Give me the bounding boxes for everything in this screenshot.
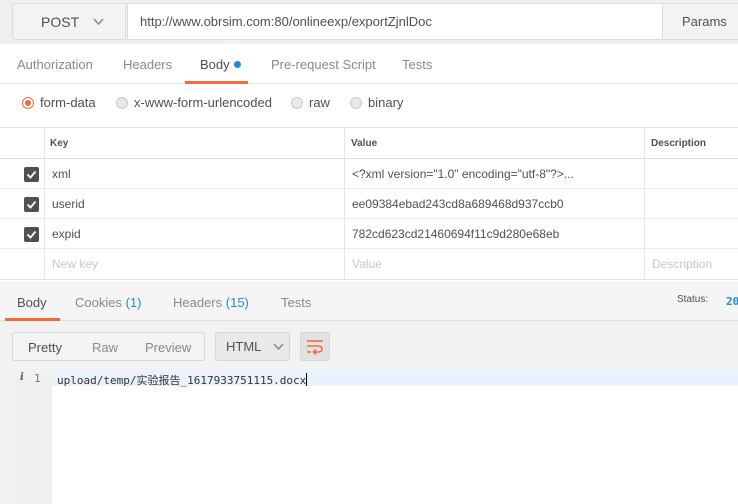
status-indicator: Status: 200 (677, 294, 738, 308)
response-tab-tests[interactable]: Tests (281, 295, 311, 310)
request-tabs: Authorization Headers Body Pre-request S… (0, 47, 738, 84)
method-dropdown[interactable]: POST (12, 3, 126, 40)
radio-form-data-label: form-data (40, 95, 96, 110)
radio-x-www-form-urlencoded[interactable]: x-www-form-urlencoded (116, 95, 272, 110)
row-value[interactable]: <?xml version="1.0" encoding="utf-8"?>..… (352, 159, 642, 188)
new-value-input[interactable]: Value (352, 249, 382, 279)
row-key[interactable]: userid (52, 189, 85, 218)
line-gutter (12, 371, 52, 504)
radio-binary[interactable]: binary (350, 95, 403, 110)
radio-form-data[interactable]: form-data (22, 95, 96, 110)
params-label: Params (682, 14, 727, 29)
radio-binary-label: binary (368, 95, 404, 110)
cookies-count: (1) (125, 295, 142, 310)
chevron-down-icon (273, 343, 284, 351)
radio-x-www-form-urlencoded-label: x-www-form-urlencoded (134, 95, 272, 110)
column-divider (644, 128, 645, 280)
new-key-input[interactable]: New key (52, 249, 98, 279)
params-button[interactable]: Params (662, 3, 738, 40)
column-header-key: Key (50, 137, 69, 149)
response-body-text: upload/temp/实验报告_1617933751115.docx (57, 372, 308, 388)
status-label: Status: (677, 294, 709, 305)
format-dropdown[interactable]: HTML (215, 332, 290, 361)
checkmark-icon (26, 230, 37, 239)
response-tab-body[interactable]: Body (17, 295, 47, 310)
radio-raw[interactable]: raw (291, 95, 330, 110)
cookies-label: Cookies (75, 295, 122, 310)
table-header-row: Key Value Description (0, 128, 738, 159)
view-mode-pretty[interactable]: Pretty (28, 340, 62, 355)
checkmark-icon (26, 200, 37, 209)
row-enabled-checkbox[interactable] (24, 197, 39, 212)
table-row: expid 782cd623cd21460694f11c9d280e68eb (0, 219, 738, 249)
url-text: http://www.obrsim.com:80/onlineexp/expor… (140, 14, 432, 29)
tab-pre-request-script[interactable]: Pre-request Script (271, 57, 376, 72)
view-mode-preview[interactable]: Preview (145, 340, 191, 355)
status-code: 200 (726, 295, 738, 308)
chevron-down-icon (93, 18, 104, 26)
table-row: xml <?xml version="1.0" encoding="utf-8"… (0, 159, 738, 189)
url-input[interactable]: http://www.obrsim.com:80/onlineexp/expor… (127, 3, 663, 40)
view-mode-segmented-control: Pretty Raw Preview (12, 332, 205, 361)
active-response-tab-indicator (5, 318, 60, 321)
response-panel: Body Cookies (1) Headers (15) Tests Stat… (0, 281, 738, 504)
column-divider (344, 128, 345, 280)
row-value[interactable]: ee09384ebad243cd8a689468d937ccb0 (352, 189, 564, 218)
row-enabled-checkbox[interactable] (24, 167, 39, 182)
tab-body-label: Body (200, 57, 230, 72)
checkmark-icon (26, 170, 37, 179)
tab-headers[interactable]: Headers (123, 57, 172, 72)
radio-unselected-icon (350, 96, 362, 109)
headers-label: Headers (173, 295, 223, 310)
response-body-content: upload/temp/实验报告_1617933751115.docx (57, 374, 307, 387)
table-new-row: New key Value Description (0, 249, 738, 280)
radio-unselected-icon (116, 96, 128, 109)
column-header-description: Description (651, 137, 707, 149)
row-key[interactable]: xml (52, 159, 71, 188)
view-mode-raw[interactable]: Raw (92, 340, 118, 355)
headers-count: (15) (225, 295, 249, 310)
radio-unselected-icon (291, 96, 303, 109)
row-key[interactable]: expid (52, 219, 81, 248)
tab-body[interactable]: Body (200, 57, 241, 72)
column-divider (44, 128, 45, 280)
new-description-input[interactable]: Description (652, 249, 712, 279)
body-type-selector: form-data x-www-form-urlencoded raw bina… (0, 84, 738, 126)
wrap-lines-button[interactable] (300, 332, 330, 361)
tab-tests[interactable]: Tests (402, 57, 432, 72)
column-header-value: Value (351, 137, 378, 149)
line-number: 1 (34, 372, 41, 385)
response-tab-cookies[interactable]: Cookies (1) (75, 295, 141, 310)
wrap-lines-icon (307, 339, 323, 355)
response-tabs: Body Cookies (1) Headers (15) Tests Stat… (0, 281, 738, 321)
text-caret (306, 373, 308, 386)
table-row: userid ee09384ebad243cd8a689468d937ccb0 (0, 189, 738, 219)
method-label: POST (41, 13, 80, 30)
row-value[interactable]: 782cd623cd21460694f11c9d280e68eb (352, 219, 559, 248)
row-enabled-checkbox[interactable] (24, 227, 39, 242)
form-data-table: Key Value Description xml <?xml version=… (0, 127, 738, 280)
response-tab-headers[interactable]: Headers (15) (173, 295, 249, 310)
response-body-editor[interactable]: i 1 upload/temp/实验报告_1617933751115.docx (12, 371, 738, 504)
request-url-bar: POST http://www.obrsim.com:80/onlineexp/… (0, 0, 738, 44)
tab-authorization[interactable]: Authorization (17, 57, 93, 72)
radio-raw-label: raw (309, 95, 330, 110)
radio-selected-icon (22, 96, 34, 109)
format-label: HTML (226, 339, 262, 354)
modified-dot-icon (233, 61, 241, 68)
response-view-toolbar: Pretty Raw Preview HTML (0, 322, 738, 372)
info-icon: i (20, 372, 24, 383)
